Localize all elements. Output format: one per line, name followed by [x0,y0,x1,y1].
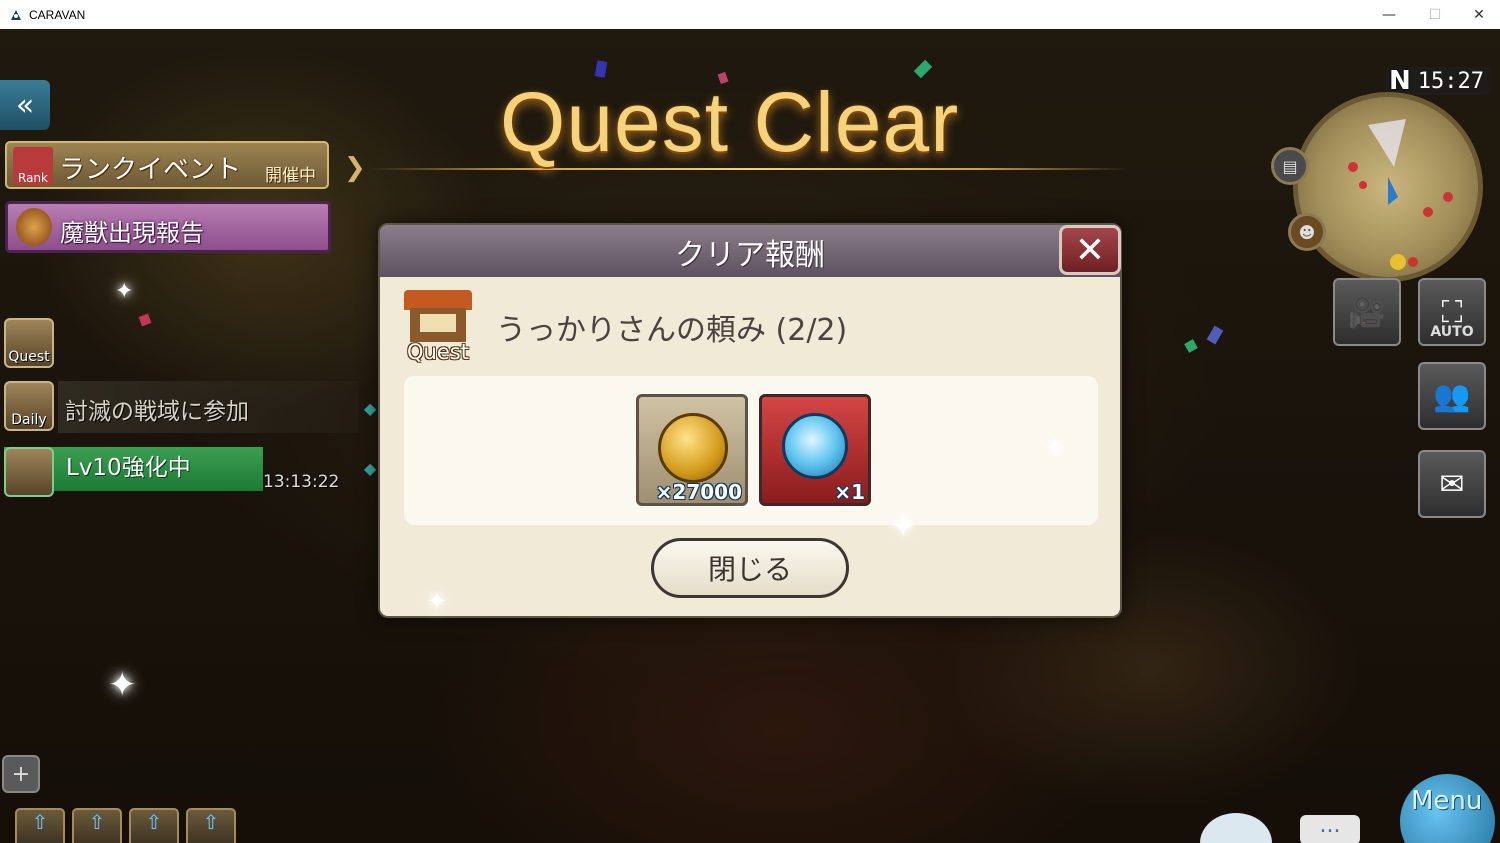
add-button[interactable]: + [2,755,40,793]
back-button[interactable]: « [0,80,50,130]
maximize-button[interactable]: ☐ [1412,0,1458,29]
close-window-button[interactable]: ✕ [1456,0,1500,29]
reward-quantity: ×1 [834,480,865,504]
minimap-markers [1348,119,1453,270]
rank-badge-icon: Rank [13,147,53,185]
sparkle-icon: ✦ [108,665,137,705]
camera-icon: 🎥 [1348,294,1386,330]
reward-item-crystal[interactable]: ×1 [759,394,871,506]
window-title: CARAVAN [29,7,86,22]
reward-item-gold[interactable]: ×27000 [636,394,748,506]
guild-mail-button[interactable]: ✉ [1418,450,1486,518]
dialog-header: クリア報酬 [380,225,1120,277]
character-button[interactable]: ☻ [1288,213,1326,251]
monster-report-label: 魔獣出現報告 [60,219,204,247]
rank-event-banner[interactable]: Rank ランクイベント 開催中 [5,141,329,189]
reward-panel: ×27000 ×1 ✦ ✦ [404,376,1098,546]
clear-reward-dialog: クリア報酬 ✕ Quest うっかりさんの頼み (2/2) ×27000 ×1 … [378,223,1122,618]
quest-clear-title: Quest Clear [500,75,960,169]
app-icon [11,9,21,20]
enhance-timer: 13:13:22 [263,472,340,492]
close-button[interactable]: 閉じる [651,538,849,598]
daily-mission-text: 討滅の戦域に参加 [65,399,249,425]
monster-report-banner[interactable]: 魔獣出現報告 [5,201,331,253]
auto-button[interactable]: ⛶ AUTO [1418,278,1486,346]
quest-badge-label: Quest [407,340,469,364]
enhance-icon [4,447,54,497]
daily-menu-button[interactable]: Daily [4,381,54,431]
sparkle-icon: ✦ [115,279,134,304]
party-icon: 👥 [1433,378,1471,414]
map-toggle-button[interactable]: ▤ [1271,147,1309,185]
mail-group-icon: ✉ [1439,466,1465,502]
menu-button[interactable]: Menu [1411,786,1482,816]
camera-button[interactable]: 🎥 [1333,278,1401,346]
game-canvas[interactable]: ✦ ✦ ✦ Quest Clear « Rank ランクイベント 開催中 ❯ 魔… [0,29,1500,843]
quest-name: うっかりさんの頼み (2/2) [496,313,848,348]
daily-menu-label: Daily [11,412,47,428]
sparkle-icon: ✦ [889,506,918,546]
boost-slot-2[interactable]: ⇧ [72,808,122,843]
dialog-close-button[interactable]: ✕ [1059,225,1121,275]
monster-icon [16,208,52,246]
boost-slot-4[interactable]: ⇧ [186,808,236,843]
quest-menu-button[interactable]: Quest [4,318,54,368]
party-button[interactable]: 👥 [1418,362,1486,430]
enhance-status-text: Lv10強化中 [66,455,191,481]
minimap[interactable] [1293,92,1483,282]
quest-menu-label: Quest [8,349,50,365]
crystal-gem-icon [782,413,848,479]
diamond-arrow-icon: ◆ [364,399,377,418]
rank-event-label: ランクイベント [59,155,242,185]
gold-coin-icon [658,413,728,483]
reward-quantity: ×27000 [655,480,742,504]
rank-event-status: 開催中 [265,166,316,186]
auto-label: AUTO [1430,324,1474,340]
close-icon: ✕ [1074,229,1106,271]
exp-boost-slot[interactable]: ⇧ [15,808,65,843]
quest-badge-icon: Quest [400,288,476,364]
boost-slot-3[interactable]: ⇧ [129,808,179,843]
window-titlebar: CARAVAN — ☐ ✕ [0,0,1500,30]
sparkle-icon: ✦ [426,587,448,617]
minimize-button[interactable]: — [1366,0,1412,29]
diamond-arrow-icon: ◆ [364,459,377,478]
sparkle-icon: ✦ [1044,432,1068,465]
chat-button[interactable]: ... [1300,815,1360,843]
chevron-right-icon[interactable]: ❯ [344,153,366,183]
dialog-title: クリア報酬 [675,238,825,273]
